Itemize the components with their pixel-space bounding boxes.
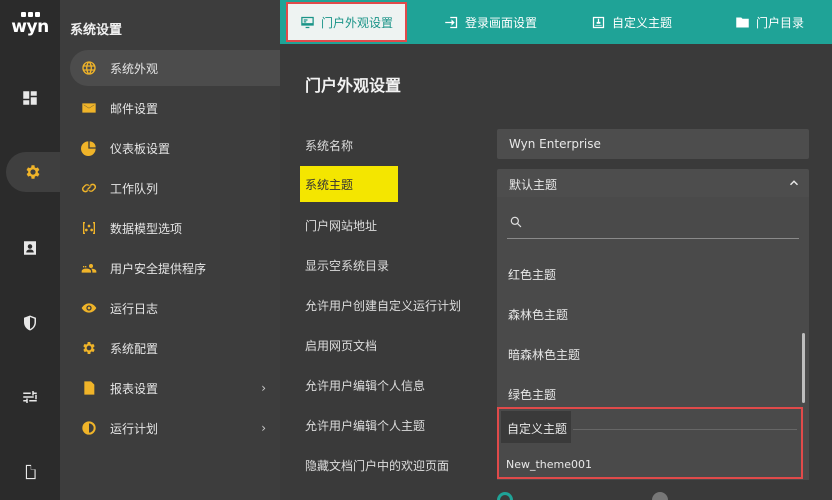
theme-select-value: 默认主题 xyxy=(509,177,558,192)
label-portal-url: 门户网站地址 xyxy=(305,219,378,233)
label-web-docs: 启用网页文档 xyxy=(305,339,378,353)
sliders-icon[interactable] xyxy=(0,377,60,417)
sidebar-item-dashboard[interactable]: 仪表板设置 xyxy=(70,130,280,166)
sidebar-item-system-config[interactable]: 系统配置 xyxy=(70,330,280,366)
chevron-right-icon: › xyxy=(261,421,266,435)
sidebar-title: 系统设置 xyxy=(70,23,123,38)
radio-on[interactable] xyxy=(497,492,513,500)
gear-icon[interactable] xyxy=(6,152,60,192)
eye-icon xyxy=(80,299,98,317)
settings-sidebar: 系统设置 系统外观 邮件设置 仪表板设置 工作队列 数据模型选项 用户安全提供程… xyxy=(60,0,280,500)
page-title: 门户外观设置 xyxy=(305,76,402,95)
chevron-up-icon xyxy=(789,180,799,186)
sidebar-item-label: 工作队列 xyxy=(110,181,159,196)
contact-icon[interactable] xyxy=(0,228,60,268)
radio-off[interactable] xyxy=(652,492,668,500)
sidebar-item-work-queue[interactable]: 工作队列 xyxy=(70,170,280,206)
sidebar-item-label: 报表设置 xyxy=(110,381,159,396)
link-icon xyxy=(80,179,98,197)
theme-icon xyxy=(592,16,605,28)
tab-custom-theme[interactable]: 自定义主题 xyxy=(591,0,672,44)
pie-icon xyxy=(80,139,98,157)
sidebar-item-appearance[interactable]: 系统外观 xyxy=(70,50,280,86)
label-edit-profile: 允许用户编辑个人信息 xyxy=(305,379,426,393)
tab-label: 门户目录 xyxy=(756,15,805,30)
sidebar-item-mail[interactable]: 邮件设置 xyxy=(70,90,280,126)
search-icon xyxy=(510,216,522,228)
label-system-name: 系统名称 xyxy=(305,139,354,153)
report-icon xyxy=(80,379,98,397)
sidebar-item-security-provider[interactable]: 用户安全提供程序 xyxy=(70,250,280,286)
sidebar-item-schedule[interactable]: 运行计划 › xyxy=(70,410,280,446)
tab-portal-directory[interactable]: 门户目录 xyxy=(735,0,804,44)
login-icon xyxy=(445,16,458,28)
label-system-theme: 系统主题 xyxy=(300,166,398,202)
sidebar-item-label: 运行计划 xyxy=(110,421,159,436)
theme-option[interactable]: 自定义主题 xyxy=(507,420,567,437)
theme-dropdown: 红色主题 森林色主题 暗森林色主题 绿色主题 自定义主题 New_theme00… xyxy=(497,197,809,480)
wyn-logo[interactable]: wyn xyxy=(8,12,52,46)
sidebar-item-label: 数据模型选项 xyxy=(110,221,183,236)
label-custom-schedule: 允许用户创建自定义运行计划 xyxy=(305,299,462,313)
sidebar-item-run-log[interactable]: 运行日志 xyxy=(70,290,280,326)
tab-portal-appearance[interactable]: 门户外观设置 xyxy=(286,2,408,42)
sidebar-item-label: 用户安全提供程序 xyxy=(110,261,207,276)
monitor-icon xyxy=(301,16,314,28)
clock-icon xyxy=(80,419,98,437)
label-show-empty-dir: 显示空系统目录 xyxy=(305,259,390,273)
sidebar-item-report-settings[interactable]: 报表设置 › xyxy=(70,370,280,406)
main-panel: 门户外观设置 系统名称 系统主题 门户网站地址 显示空系统目录 允许用户创建自定… xyxy=(280,44,832,500)
mail-icon xyxy=(80,99,98,117)
sidebar-item-label: 运行日志 xyxy=(110,301,159,316)
system-name-field[interactable]: Wyn Enterprise xyxy=(497,129,809,159)
divider xyxy=(573,429,797,430)
logo-text: wyn xyxy=(11,17,49,37)
dropdown-scrollbar[interactable] xyxy=(802,333,805,403)
tab-label: 登录画面设置 xyxy=(465,15,538,30)
model-icon xyxy=(80,219,98,237)
globe-icon xyxy=(80,59,98,77)
sidebar-item-label: 系统配置 xyxy=(110,341,159,356)
label-edit-theme: 允许用户编辑个人主题 xyxy=(305,419,426,433)
sidebar-item-data-model[interactable]: 数据模型选项 xyxy=(70,210,280,246)
label-hide-welcome: 隐藏文档门户中的欢迎页面 xyxy=(305,459,450,473)
theme-option[interactable]: 绿色主题 xyxy=(508,386,556,403)
dropdown-search-input[interactable] xyxy=(507,207,799,239)
theme-option[interactable]: New_theme001 xyxy=(506,458,592,471)
sidebar-item-label: 系统外观 xyxy=(110,61,159,76)
users-icon xyxy=(80,259,98,277)
tab-label: 门户外观设置 xyxy=(321,15,394,30)
dashboard-icon[interactable] xyxy=(0,78,60,118)
theme-option[interactable]: 暗森林色主题 xyxy=(508,346,580,363)
tab-label: 自定义主题 xyxy=(612,15,673,30)
document-icon[interactable] xyxy=(0,452,60,492)
settings-tabs: 门户外观设置 登录画面设置 自定义主题 门户目录 xyxy=(280,0,832,44)
cog-icon xyxy=(80,339,98,357)
sidebar-item-label: 仪表板设置 xyxy=(110,141,171,156)
icon-rail: wyn xyxy=(0,0,60,500)
chevron-right-icon: › xyxy=(261,381,266,395)
shield-icon[interactable] xyxy=(0,303,60,343)
theme-option[interactable]: 森林色主题 xyxy=(508,306,568,323)
sidebar-item-label: 邮件设置 xyxy=(110,101,159,116)
theme-option[interactable]: 红色主题 xyxy=(508,266,556,283)
folder-icon xyxy=(736,17,749,27)
tab-login-screen[interactable]: 登录画面设置 xyxy=(444,0,537,44)
theme-select[interactable]: 默认主题 xyxy=(497,169,809,199)
